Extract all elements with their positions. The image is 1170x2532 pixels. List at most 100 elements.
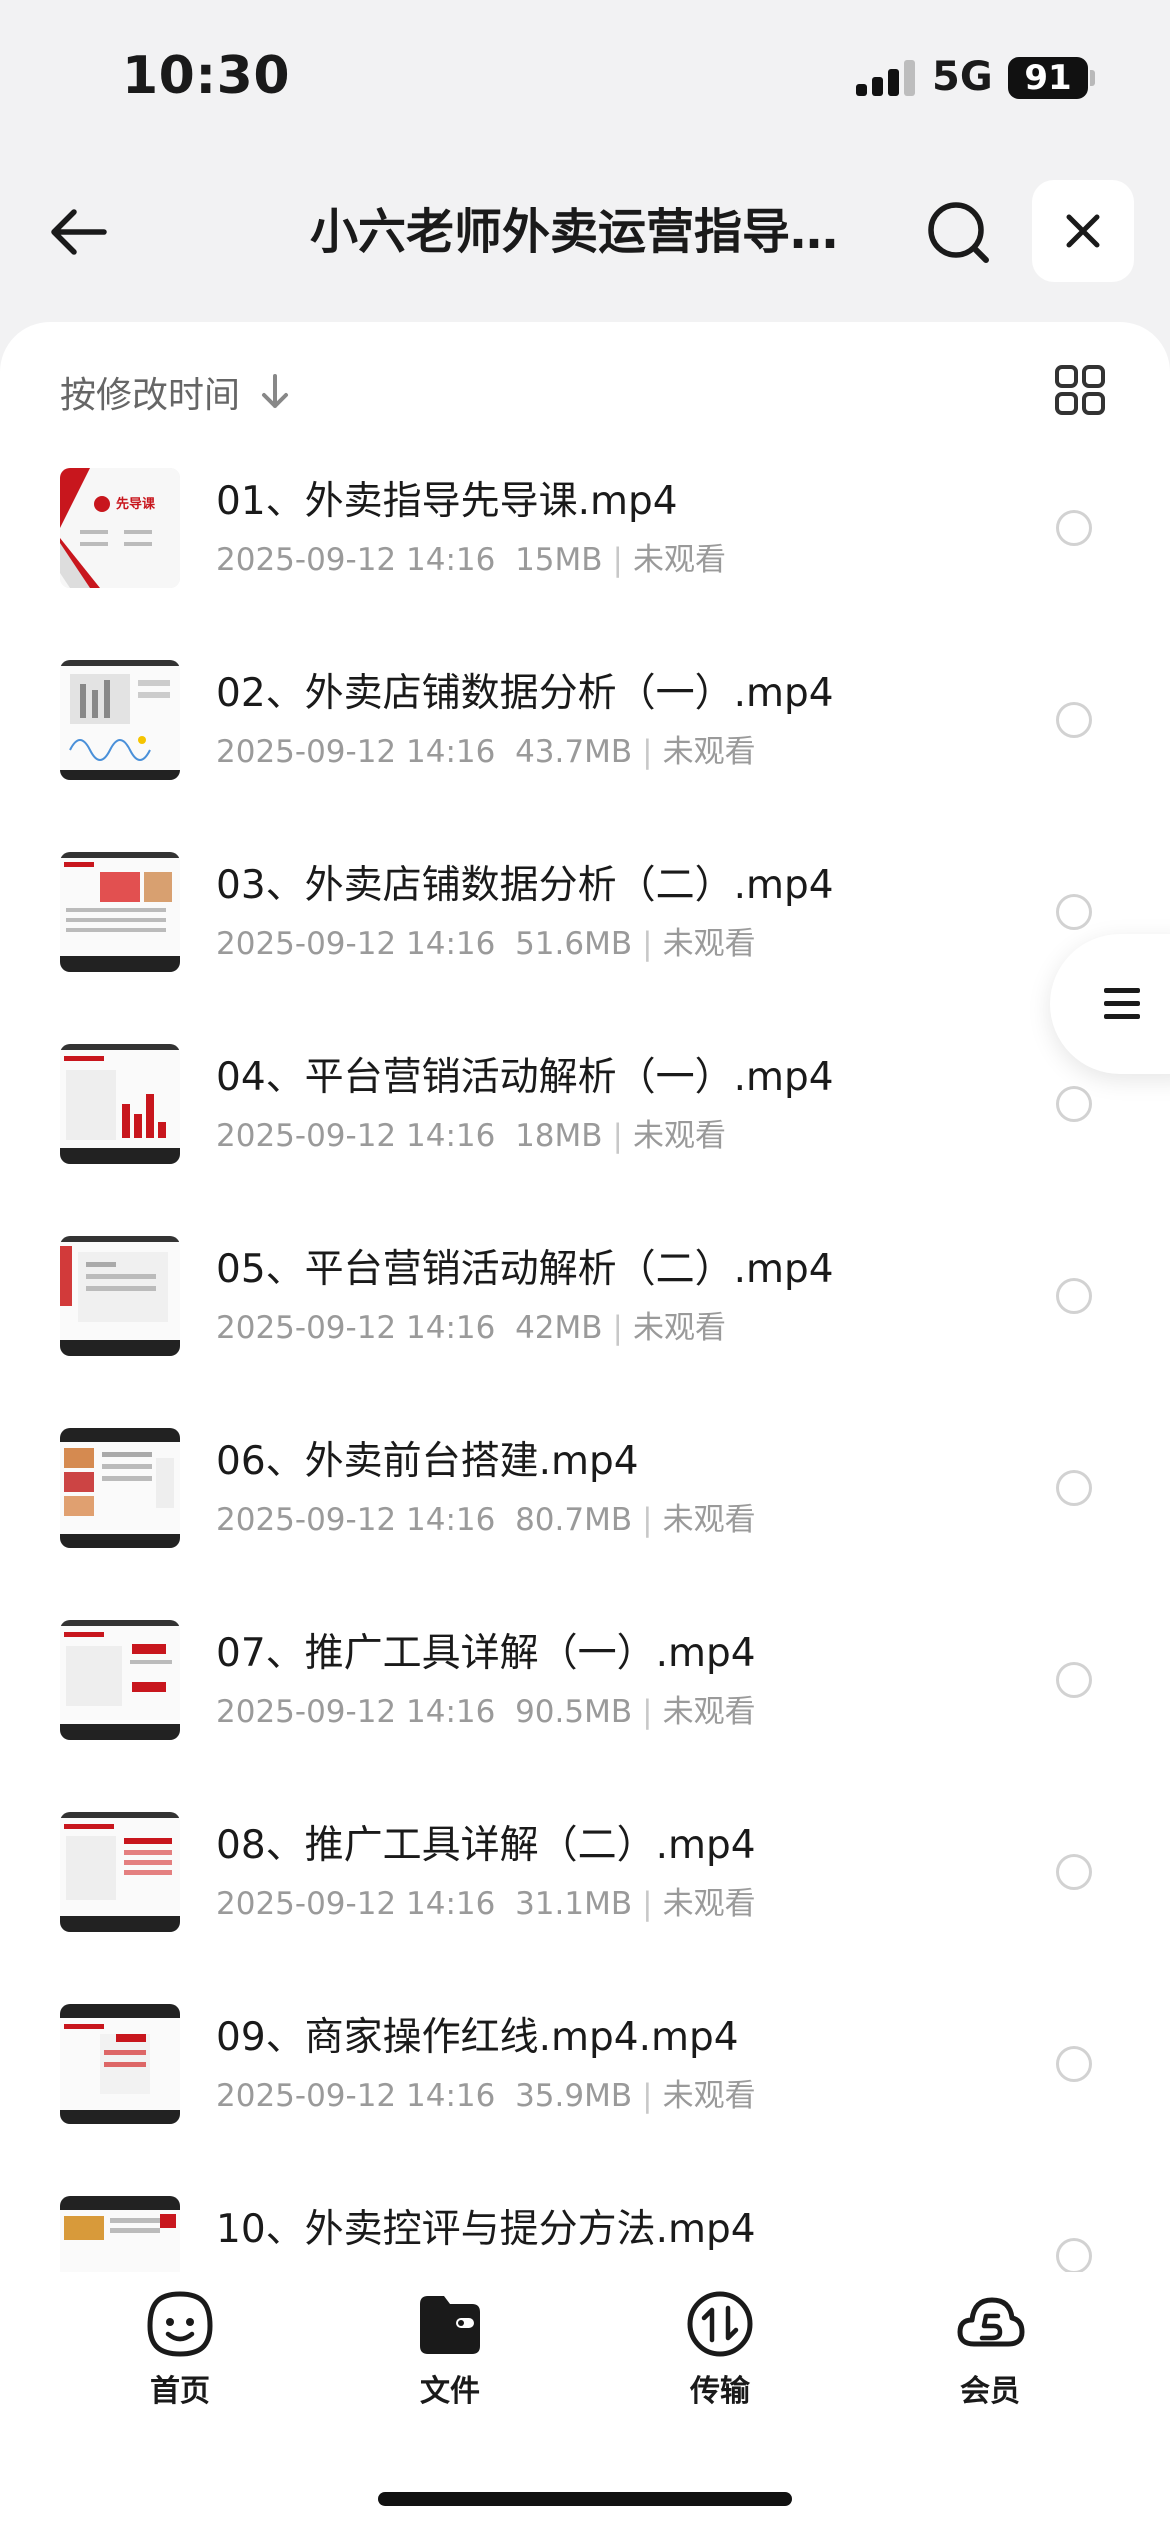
video-thumbnail: [60, 2004, 180, 2124]
file-meta: 2025-09-12 14:16 31.1MB | 未观看: [216, 1886, 756, 1922]
watch-status: 未观看: [662, 1502, 756, 1538]
file-date: 2025-09-12 14:16: [216, 1694, 496, 1730]
tab-label: 传输: [690, 2374, 750, 2409]
file-date: 2025-09-12 14:16: [216, 2078, 496, 2114]
video-thumbnail: [60, 852, 180, 972]
search-icon: [928, 202, 989, 263]
select-radio[interactable]: [1056, 1662, 1092, 1698]
file-meta: 2025-09-12 14:16 43.7MB | 未观看: [216, 734, 756, 770]
file-list-sheet: 按修改时间 先导课 01、外卖指导先导课.mp4 2025-09-12 14:1…: [0, 322, 1170, 2272]
sort-control[interactable]: 按修改时间: [60, 364, 292, 420]
select-radio[interactable]: [1056, 2238, 1092, 2272]
signal-strength-icon: [856, 60, 918, 96]
grid-view-icon[interactable]: [1054, 364, 1106, 416]
arrow-left-icon: [51, 209, 107, 255]
watch-status: 未观看: [662, 1886, 756, 1922]
file-date: 2025-09-12 14:16: [216, 1886, 496, 1922]
list-item[interactable]: 02、外卖店铺数据分析（一）.mp4 2025-09-12 14:16 43.7…: [0, 644, 1170, 836]
file-name: 05、平台营销活动解析（二）.mp4: [216, 1247, 834, 1292]
list-item[interactable]: 08、推广工具详解（二）.mp4 2025-09-12 14:16 31.1MB…: [0, 1796, 1170, 1988]
watch-status: 未观看: [662, 926, 756, 962]
back-button[interactable]: [44, 196, 116, 268]
file-meta: 2025-09-12 14:16 18MB | 未观看: [216, 1118, 726, 1154]
file-date: 2025-09-12 14:16: [216, 542, 496, 578]
list-item[interactable]: 05、平台营销活动解析（二）.mp4 2025-09-12 14:16 42MB…: [0, 1220, 1170, 1412]
close-button[interactable]: [1032, 180, 1134, 282]
list-item[interactable]: 06、外卖前台搭建.mp4 2025-09-12 14:16 80.7MB | 未观…: [0, 1412, 1170, 1604]
file-size: 31.1MB: [515, 1886, 633, 1922]
list-item[interactable]: 07、推广工具详解（一）.mp4 2025-09-12 14:16 90.5MB…: [0, 1604, 1170, 1796]
file-name: 01、外卖指导先导课.mp4: [216, 479, 678, 524]
smiley-face-icon: [147, 2291, 213, 2357]
network-type: 5G: [932, 54, 993, 100]
menu-lines-icon: [1104, 988, 1140, 1019]
tab-label: 会员: [960, 2374, 1020, 2409]
file-meta: 2025-09-12 14:16 42MB | 未观看: [216, 1310, 726, 1346]
file-size: 18MB: [515, 1118, 603, 1154]
list-item[interactable]: 10、外卖控评与提分方法.mp4: [0, 2180, 1170, 2272]
select-radio[interactable]: [1056, 2046, 1092, 2082]
select-radio[interactable]: [1056, 1470, 1092, 1506]
tab-files[interactable]: 文件: [380, 2288, 520, 2428]
video-thumbnail: [60, 1236, 180, 1356]
file-meta: 2025-09-12 14:16 15MB | 未观看: [216, 542, 726, 578]
video-thumbnail: 先导课: [60, 468, 180, 588]
search-button[interactable]: [922, 196, 998, 272]
tab-member[interactable]: 会员: [920, 2288, 1060, 2428]
thumb-title: 先导课: [116, 496, 156, 512]
select-radio[interactable]: [1056, 702, 1092, 738]
status-time: 10:30: [122, 46, 291, 106]
file-size: 43.7MB: [515, 734, 633, 770]
list-item[interactable]: 03、外卖店铺数据分析（二）.mp4 2025-09-12 14:16 51.6…: [0, 836, 1170, 1028]
file-date: 2025-09-12 14:16: [216, 926, 496, 962]
file-date: 2025-09-12 14:16: [216, 1310, 496, 1346]
watch-status: 未观看: [662, 734, 756, 770]
file-name: 04、平台营销活动解析（一）.mp4: [216, 1055, 834, 1100]
close-icon: [1066, 214, 1100, 248]
file-list: 先导课 01、外卖指导先导课.mp4 2025-09-12 14:16 15MB…: [0, 452, 1170, 2272]
list-item[interactable]: 先导课 01、外卖指导先导课.mp4 2025-09-12 14:16 15MB…: [0, 452, 1170, 644]
select-radio[interactable]: [1056, 1854, 1092, 1890]
video-thumbnail: [60, 660, 180, 780]
video-thumbnail: [60, 2196, 180, 2272]
file-name: 03、外卖店铺数据分析（二）.mp4: [216, 863, 834, 908]
tab-label: 首页: [150, 2374, 210, 2409]
tab-label: 文件: [420, 2374, 480, 2409]
file-name: 08、推广工具详解（二）.mp4: [216, 1823, 756, 1868]
transfer-icon: [687, 2291, 753, 2357]
file-size: 35.9MB: [515, 2078, 633, 2114]
file-size: 15MB: [515, 542, 603, 578]
file-meta: 2025-09-12 14:16 51.6MB | 未观看: [216, 926, 756, 962]
status-bar: 10:30 5G 91: [0, 0, 1170, 150]
video-thumbnail: [60, 1428, 180, 1548]
cloud-member-icon: [957, 2297, 1025, 2347]
file-name: 07、推广工具详解（一）.mp4: [216, 1631, 756, 1676]
arrow-down-icon: [262, 374, 289, 408]
watch-status: 未观看: [662, 2078, 756, 2114]
tab-transfer[interactable]: 传输: [650, 2288, 790, 2428]
file-meta: 2025-09-12 14:16 90.5MB | 未观看: [216, 1694, 756, 1730]
file-date: 2025-09-12 14:16: [216, 1502, 496, 1538]
file-meta: 2025-09-12 14:16 80.7MB | 未观看: [216, 1502, 756, 1538]
file-name: 06、外卖前台搭建.mp4: [216, 1439, 639, 1484]
file-size: 90.5MB: [515, 1694, 633, 1730]
list-item[interactable]: 09、商家操作红线.mp4.mp4 2025-09-12 14:16 35.9M…: [0, 1988, 1170, 2180]
battery-level: 91: [1008, 57, 1088, 99]
battery-cap: [1090, 70, 1095, 86]
file-size: 80.7MB: [515, 1502, 633, 1538]
folder-icon: [420, 2296, 480, 2354]
sort-label: 按修改时间: [60, 375, 241, 416]
list-item[interactable]: 04、平台营销活动解析（一）.mp4 2025-09-12 14:16 18MB…: [0, 1028, 1170, 1220]
video-thumbnail: [60, 1620, 180, 1740]
video-thumbnail: [60, 1812, 180, 1932]
page-title: 小六老师外卖运营指导…: [310, 204, 839, 260]
watch-status: 未观看: [633, 542, 726, 578]
select-radio[interactable]: [1056, 894, 1092, 930]
file-name: 09、商家操作红线.mp4.mp4: [216, 2015, 739, 2060]
watch-status: 未观看: [633, 1310, 726, 1346]
file-name: 10、外卖控评与提分方法.mp4: [216, 2207, 756, 2252]
select-radio[interactable]: [1056, 1086, 1092, 1122]
tab-home[interactable]: 首页: [110, 2288, 250, 2428]
select-radio[interactable]: [1056, 510, 1092, 546]
select-radio[interactable]: [1056, 1278, 1092, 1314]
